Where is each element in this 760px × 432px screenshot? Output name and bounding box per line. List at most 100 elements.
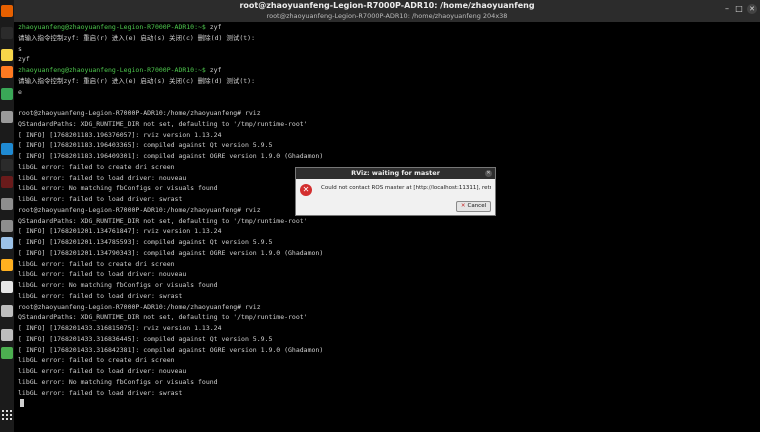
terminal-prompt: zhaoyuanfeng@zhaoyuanfeng-Legion-R7000P-… [18,23,206,31]
software-icon[interactable] [1,66,13,78]
terminal-text: QStandardPaths: XDG_RUNTIME_DIR not set,… [18,216,308,225]
terminal-text: libGL error: No matching fbConfigs or vi… [18,281,218,289]
terminal-text: root@zhaoyuanfeng-Legion-R7000P-ADR10:/h… [18,302,261,311]
terminal-line: zhaoyuanfeng@zhaoyuanfeng-Legion-R7000P-… [18,22,222,32]
terminal-text: s [18,44,22,53]
terminal-line: e [18,87,22,97]
terminal-line: libGL error: failed to load driver: nouv… [18,366,186,376]
terminal-output[interactable]: zhaoyuanfeng@zhaoyuanfeng-Legion-R7000P-… [16,22,756,432]
terminal-line: libGL error: failed to load driver: nouv… [18,269,186,279]
terminal-line: libGL error: failed to load driver: swra… [18,388,182,398]
notes-icon[interactable] [1,49,13,61]
terminal-text: 请输入指令控制zyf: 重启(r) 进入(e) 启动(s) 关闭(c) 删除(d… [18,76,255,85]
terminal-text: libGL error: failed to create dri screen [18,162,175,171]
terminal-text: zyf [205,66,222,74]
dialog-titlebar: RViz: waiting for master ✕ [296,168,495,179]
terminal-line: 请输入指令控制zyf: 重启(r) 进入(e) 启动(s) 关闭(c) 删除(d… [18,33,255,43]
app-icon[interactable] [1,237,13,249]
terminal-line: QStandardPaths: XDG_RUNTIME_DIR not set,… [18,312,308,322]
terminal-text: [ INFO] [1768201433.316836445]: compiled… [18,334,273,343]
chrome-icon[interactable] [1,88,13,100]
terminal-text: 请输入指令控制zyf: 重启(r) 进入(e) 启动(s) 关闭(c) 删除(d… [18,33,255,42]
disk-icon[interactable] [1,329,13,341]
terminal-line: libGL error: No matching fbConfigs or vi… [18,183,218,193]
document-icon[interactable] [1,281,13,293]
settings-icon[interactable] [1,111,13,123]
terminal-line: root@zhaoyuanfeng-Legion-R7000P-ADR10:/h… [18,302,261,312]
terminal-line: [ INFO] [1768201201.134790343]: compiled… [18,248,323,258]
terminal-text: [ INFO] [1768201201.134785593]: compiled… [18,238,273,246]
dialog-message: Could not contact ROS master at [http://… [321,185,491,191]
terminal-line: libGL error: No matching fbConfigs or vi… [18,280,218,290]
window-titlebar: root@zhaoyuanfeng-Legion-R7000P-ADR10: /… [14,0,760,22]
terminal-text: libGL error: failed to load driver: nouv… [18,173,187,182]
dialog-title: RViz: waiting for master [351,169,440,177]
cancel-button[interactable]: ✕ Cancel [456,201,491,212]
settings-icon[interactable] [1,220,13,232]
window-subtitle: root@zhaoyuanfeng-Legion-R7000P-ADR10: /… [266,12,508,20]
maximize-button[interactable]: □ [734,4,744,14]
terminal-line: 请输入指令控制zyf: 重启(r) 进入(e) 启动(s) 关闭(c) 删除(d… [18,76,255,86]
terminal-text: e [18,87,22,96]
terminal-icon[interactable] [1,27,13,39]
terminal-text: root@zhaoyuanfeng-Legion-R7000P-ADR10:/h… [18,205,261,214]
dock [0,0,14,432]
error-icon: ✕ [300,184,312,196]
terminal-line: libGL error: failed to create dri screen [18,355,175,365]
terminal-text: libGL error: failed to load driver: swra… [18,291,183,300]
dialog-close-button[interactable]: ✕ [485,170,492,177]
terminal-line: root@zhaoyuanfeng-Legion-R7000P-ADR10:/h… [18,108,261,118]
terminal-line: zyf [18,54,30,64]
terminal-line: [ INFO] [1768201201.134761847]: rviz ver… [18,226,222,236]
settings-icon[interactable] [1,198,13,210]
show-apps-icon[interactable] [2,410,12,420]
terminal-text: libGL error: failed to load driver: nouv… [18,270,187,279]
terminal-text: [ INFO] [1768201433.316842381]: compiled… [18,345,324,354]
terminal-line: [ INFO] [1768201433.316842381]: compiled… [18,345,323,355]
disk-icon[interactable] [1,305,13,317]
terminal-text: libGL error: failed to load driver: swra… [18,388,183,397]
terminal-text: [ INFO] [1768201201.134790343]: compiled… [18,248,324,257]
terminal-line: QStandardPaths: XDG_RUNTIME_DIR not set,… [18,119,308,129]
terminal-text: libGL error: failed to load driver: nouv… [18,367,187,375]
close-button[interactable]: ✕ [747,4,757,14]
terminal-line: [ INFO] [1768201183.196409301]: compiled… [18,151,323,161]
terminal-text: libGL error: failed to create dri screen [18,259,175,268]
terminal-text: [ INFO] [1768201183.196409301]: compiled… [18,152,324,160]
terminal-text: libGL error: No matching fbConfigs or vi… [18,184,218,193]
terminal-line: libGL error: No matching fbConfigs or vi… [18,377,218,387]
terminal-cursor [20,399,24,408]
recycle-icon[interactable] [1,347,13,359]
cancel-button-label: Cancel [467,203,487,209]
rviz-dialog: RViz: waiting for master ✕ ✕ Could not c… [295,167,496,216]
app-icon[interactable] [1,176,13,188]
terminal-line: [ INFO] [1768201201.134785593]: compiled… [18,237,272,247]
terminal-window: root@zhaoyuanfeng-Legion-R7000P-ADR10: /… [14,0,760,432]
terminal-line: libGL error: failed to load driver: nouv… [18,173,186,183]
terminal-line: libGL error: failed to load driver: swra… [18,194,182,204]
terminal-line: libGL error: failed to create dri screen [18,162,175,172]
terminal-line: [ INFO] [1768201433.316815075]: rviz ver… [18,323,222,333]
terminal-line: [ INFO] [1768201183.196376057]: rviz ver… [18,130,222,140]
terminal-line: [ INFO] [1768201183.196403365]: compiled… [18,140,272,150]
terminal-text: libGL error: failed to load driver: swra… [18,195,183,203]
terminal-text: libGL error: No matching fbConfigs or vi… [18,377,218,386]
terminal-icon[interactable] [1,159,13,171]
terminal-prompt: zhaoyuanfeng@zhaoyuanfeng-Legion-R7000P-… [18,66,206,74]
minimize-button[interactable]: – [722,4,732,14]
firefox-icon[interactable] [1,5,13,17]
vscode-icon[interactable] [1,143,13,155]
cat-icon[interactable] [1,259,13,271]
terminal-text: [ INFO] [1768201433.316815075]: rviz ver… [18,324,222,332]
terminal-text: zyf [205,23,222,31]
terminal-line: QStandardPaths: XDG_RUNTIME_DIR not set,… [18,216,308,226]
window-title: root@zhaoyuanfeng-Legion-R7000P-ADR10: /… [239,1,535,10]
terminal-text: QStandardPaths: XDG_RUNTIME_DIR not set,… [18,119,308,128]
terminal-line: s [18,44,22,54]
terminal-line: libGL error: failed to create dri screen [18,259,175,269]
terminal-line: [ INFO] [1768201433.316836445]: compiled… [18,334,272,344]
terminal-text: [ INFO] [1768201201.134761847]: rviz ver… [18,227,222,236]
terminal-text: zyf [18,55,30,64]
terminal-line: root@zhaoyuanfeng-Legion-R7000P-ADR10:/h… [18,205,261,215]
terminal-text: [ INFO] [1768201183.196403365]: compiled… [18,141,273,150]
